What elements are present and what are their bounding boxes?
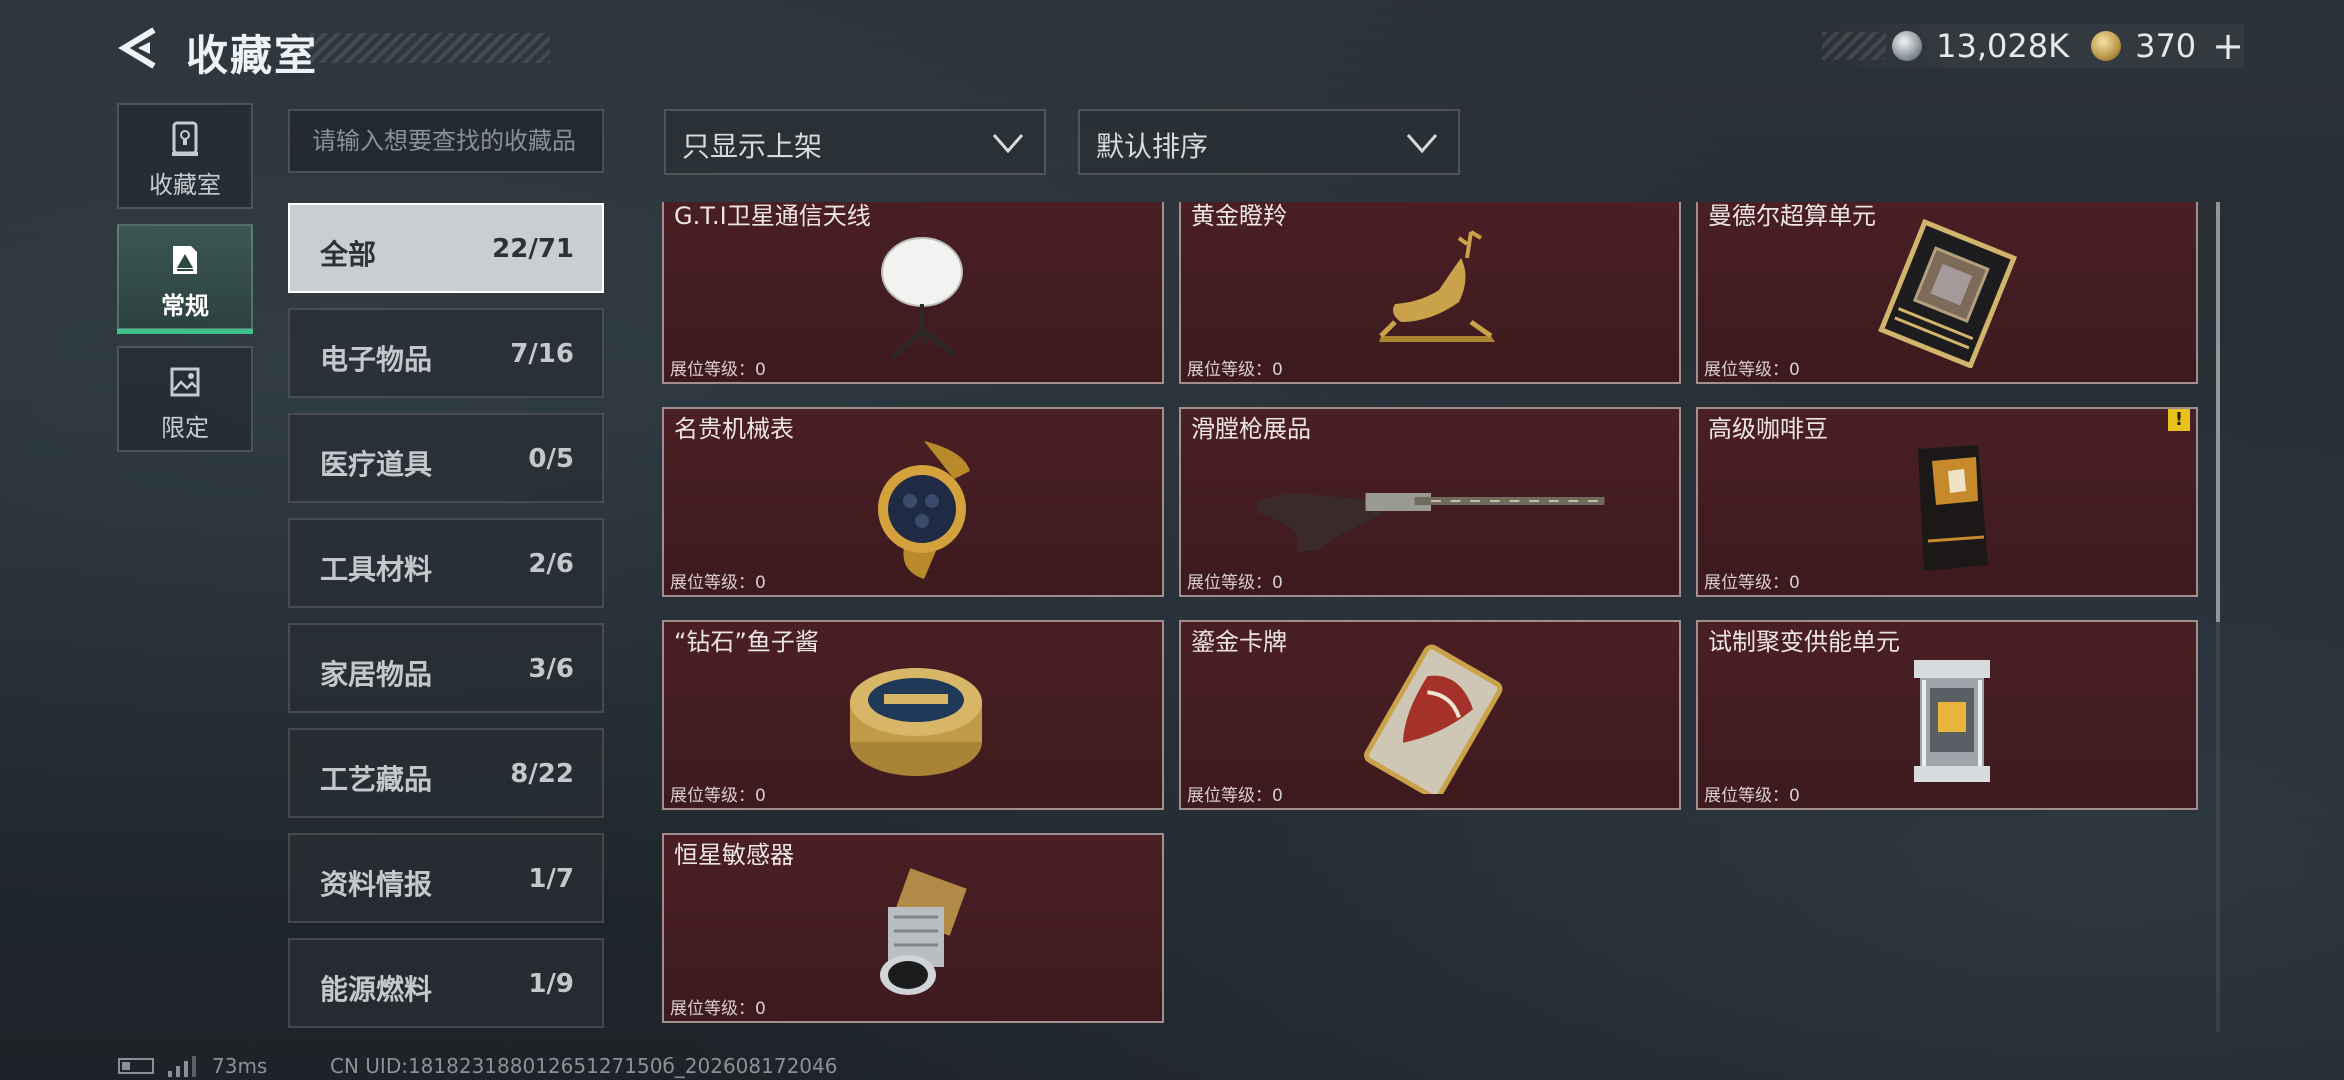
back-arrow-icon[interactable] bbox=[116, 26, 160, 70]
item-card[interactable]: “钻石”鱼子酱 展位等级：0 bbox=[662, 620, 1164, 810]
nav-item-collection-room[interactable]: 收藏室 bbox=[117, 103, 253, 209]
landscape-icon bbox=[170, 367, 200, 397]
category-all[interactable]: 全部 22/71 bbox=[288, 203, 604, 293]
item-card[interactable]: 滑膛枪展品 展位等级：0 bbox=[1179, 407, 1681, 597]
satellite-dish-icon bbox=[881, 237, 963, 360]
item-card[interactable]: 曼德尔超算单元 展位等级：0 bbox=[1696, 202, 2198, 384]
nav-label: 常规 bbox=[161, 292, 209, 320]
add-currency-button[interactable]: + bbox=[2212, 24, 2244, 68]
category-count: 8/22 bbox=[510, 759, 574, 789]
item-card[interactable]: 名贵机械表 展位等级：0 bbox=[662, 407, 1164, 597]
top-bar: 收藏室 13,028K 370 + bbox=[0, 0, 2344, 100]
item-level: 展位等级：0 bbox=[670, 786, 766, 806]
musket-icon bbox=[1257, 493, 1605, 551]
category-label: 家居物品 bbox=[320, 658, 433, 691]
currency-stripe-decoration bbox=[1822, 32, 1887, 60]
item-level: 展位等级：0 bbox=[1187, 360, 1283, 380]
item-name: 恒星敏感器 bbox=[674, 841, 794, 869]
category-label: 工具材料 bbox=[320, 553, 433, 586]
collection-grid: G.T.I卫星通信天线 展位等级：0 黄金瞪羚 展位等级：0 曼德尔超算单元 展… bbox=[662, 202, 2212, 1032]
chevron-down-icon bbox=[992, 134, 1024, 154]
sort-dropdown[interactable]: 默认排序 bbox=[1078, 109, 1460, 175]
watch-icon bbox=[878, 441, 970, 579]
silver-amount: 13,028K bbox=[1936, 27, 2070, 65]
currency-bar: 13,028K 370 + bbox=[1822, 24, 2244, 68]
page-title: 收藏室 bbox=[186, 31, 319, 80]
item-level: 展位等级：0 bbox=[1704, 786, 1800, 806]
category-count: 22/71 bbox=[492, 234, 574, 264]
gilded-card-icon bbox=[1364, 644, 1503, 794]
category-count: 0/5 bbox=[528, 444, 574, 474]
item-name: 高级咖啡豆 bbox=[1708, 415, 1828, 443]
fusion-cell-icon bbox=[1914, 660, 1990, 782]
nav-item-regular[interactable]: 常规 bbox=[117, 224, 253, 334]
category-intel[interactable]: 资料情报 1/7 bbox=[288, 833, 604, 923]
item-level: 展位等级：0 bbox=[670, 360, 766, 380]
category-label: 医疗道具 bbox=[320, 448, 433, 481]
grid-scrollbar[interactable] bbox=[2216, 202, 2220, 1032]
gold-coin-icon bbox=[2091, 31, 2122, 61]
scrollbar-thumb[interactable] bbox=[2216, 202, 2220, 622]
item-name: 黄金瞪羚 bbox=[1191, 202, 1287, 230]
item-level: 展位等级：0 bbox=[1704, 360, 1800, 380]
item-name: 名贵机械表 bbox=[674, 415, 794, 443]
computing-unit-icon bbox=[1878, 218, 2018, 368]
category-count: 1/7 bbox=[528, 864, 574, 894]
sort-label: 默认排序 bbox=[1096, 130, 1209, 163]
picture-frame-icon bbox=[173, 246, 197, 274]
category-label: 全部 bbox=[320, 238, 377, 271]
warning-badge: ! bbox=[2168, 409, 2190, 431]
item-card[interactable]: 高级咖啡豆 ! 展位等级：0 bbox=[1696, 407, 2198, 597]
coffee-bag-icon bbox=[1918, 445, 1988, 571]
item-level: 展位等级：0 bbox=[670, 999, 766, 1019]
signal-icon bbox=[168, 1056, 196, 1077]
star-sensor-icon bbox=[880, 868, 967, 995]
silver-coin-icon bbox=[1892, 31, 1923, 61]
category-label: 资料情报 bbox=[320, 868, 433, 901]
item-card[interactable]: 黄金瞪羚 展位等级：0 bbox=[1179, 202, 1681, 384]
nav-label: 收藏室 bbox=[149, 171, 221, 199]
title-stripe-decoration bbox=[310, 33, 550, 63]
category-electronics[interactable]: 电子物品 7/16 bbox=[288, 308, 604, 398]
category-household[interactable]: 家居物品 3/6 bbox=[288, 623, 604, 713]
category-count: 7/16 bbox=[510, 339, 574, 369]
caviar-tin-icon bbox=[850, 668, 982, 776]
category-tools[interactable]: 工具材料 2/6 bbox=[288, 518, 604, 608]
ping-text: 73ms bbox=[212, 1054, 268, 1078]
item-level: 展位等级：0 bbox=[670, 573, 766, 593]
item-card[interactable]: 鎏金卡牌 展位等级：0 bbox=[1179, 620, 1681, 810]
chevron-down-icon bbox=[1406, 134, 1438, 154]
item-level: 展位等级：0 bbox=[1187, 573, 1283, 593]
nav-label: 限定 bbox=[161, 414, 209, 442]
category-count: 1/9 bbox=[528, 969, 574, 999]
item-level: 展位等级：0 bbox=[1704, 573, 1800, 593]
category-label: 能源燃料 bbox=[320, 973, 433, 1006]
item-card[interactable]: 恒星敏感器 展位等级：0 bbox=[662, 833, 1164, 1023]
category-label: 工艺藏品 bbox=[320, 763, 433, 796]
item-card[interactable]: 试制聚变供能单元 展位等级：0 bbox=[1696, 620, 2198, 810]
golden-gazelle-icon bbox=[1379, 230, 1495, 342]
show-filter-dropdown[interactable]: 只显示上架 bbox=[664, 109, 1046, 175]
status-bar: 73ms bbox=[118, 1054, 267, 1078]
show-filter-label: 只显示上架 bbox=[682, 130, 823, 163]
uid-text: CN UID:18182318801265127150б_20260817204… bbox=[330, 1054, 838, 1078]
trophy-room-icon bbox=[172, 121, 198, 156]
item-name: “钻石”鱼子酱 bbox=[674, 628, 819, 656]
category-medical[interactable]: 医疗道具 0/5 bbox=[288, 413, 604, 503]
battery-icon bbox=[118, 1058, 154, 1074]
item-card[interactable]: G.T.I卫星通信天线 展位等级：0 bbox=[662, 202, 1164, 384]
category-count: 3/6 bbox=[528, 654, 574, 684]
item-level: 展位等级：0 bbox=[1187, 786, 1283, 806]
nav-item-limited[interactable]: 限定 bbox=[117, 346, 253, 452]
category-crafts[interactable]: 工艺藏品 8/22 bbox=[288, 728, 604, 818]
search-input[interactable] bbox=[288, 109, 604, 173]
item-name: 鎏金卡牌 bbox=[1191, 628, 1287, 656]
category-label: 电子物品 bbox=[320, 343, 433, 376]
category-energy[interactable]: 能源燃料 1/9 bbox=[288, 938, 604, 1028]
category-count: 2/6 bbox=[528, 549, 574, 579]
gold-amount: 370 bbox=[2135, 27, 2197, 65]
